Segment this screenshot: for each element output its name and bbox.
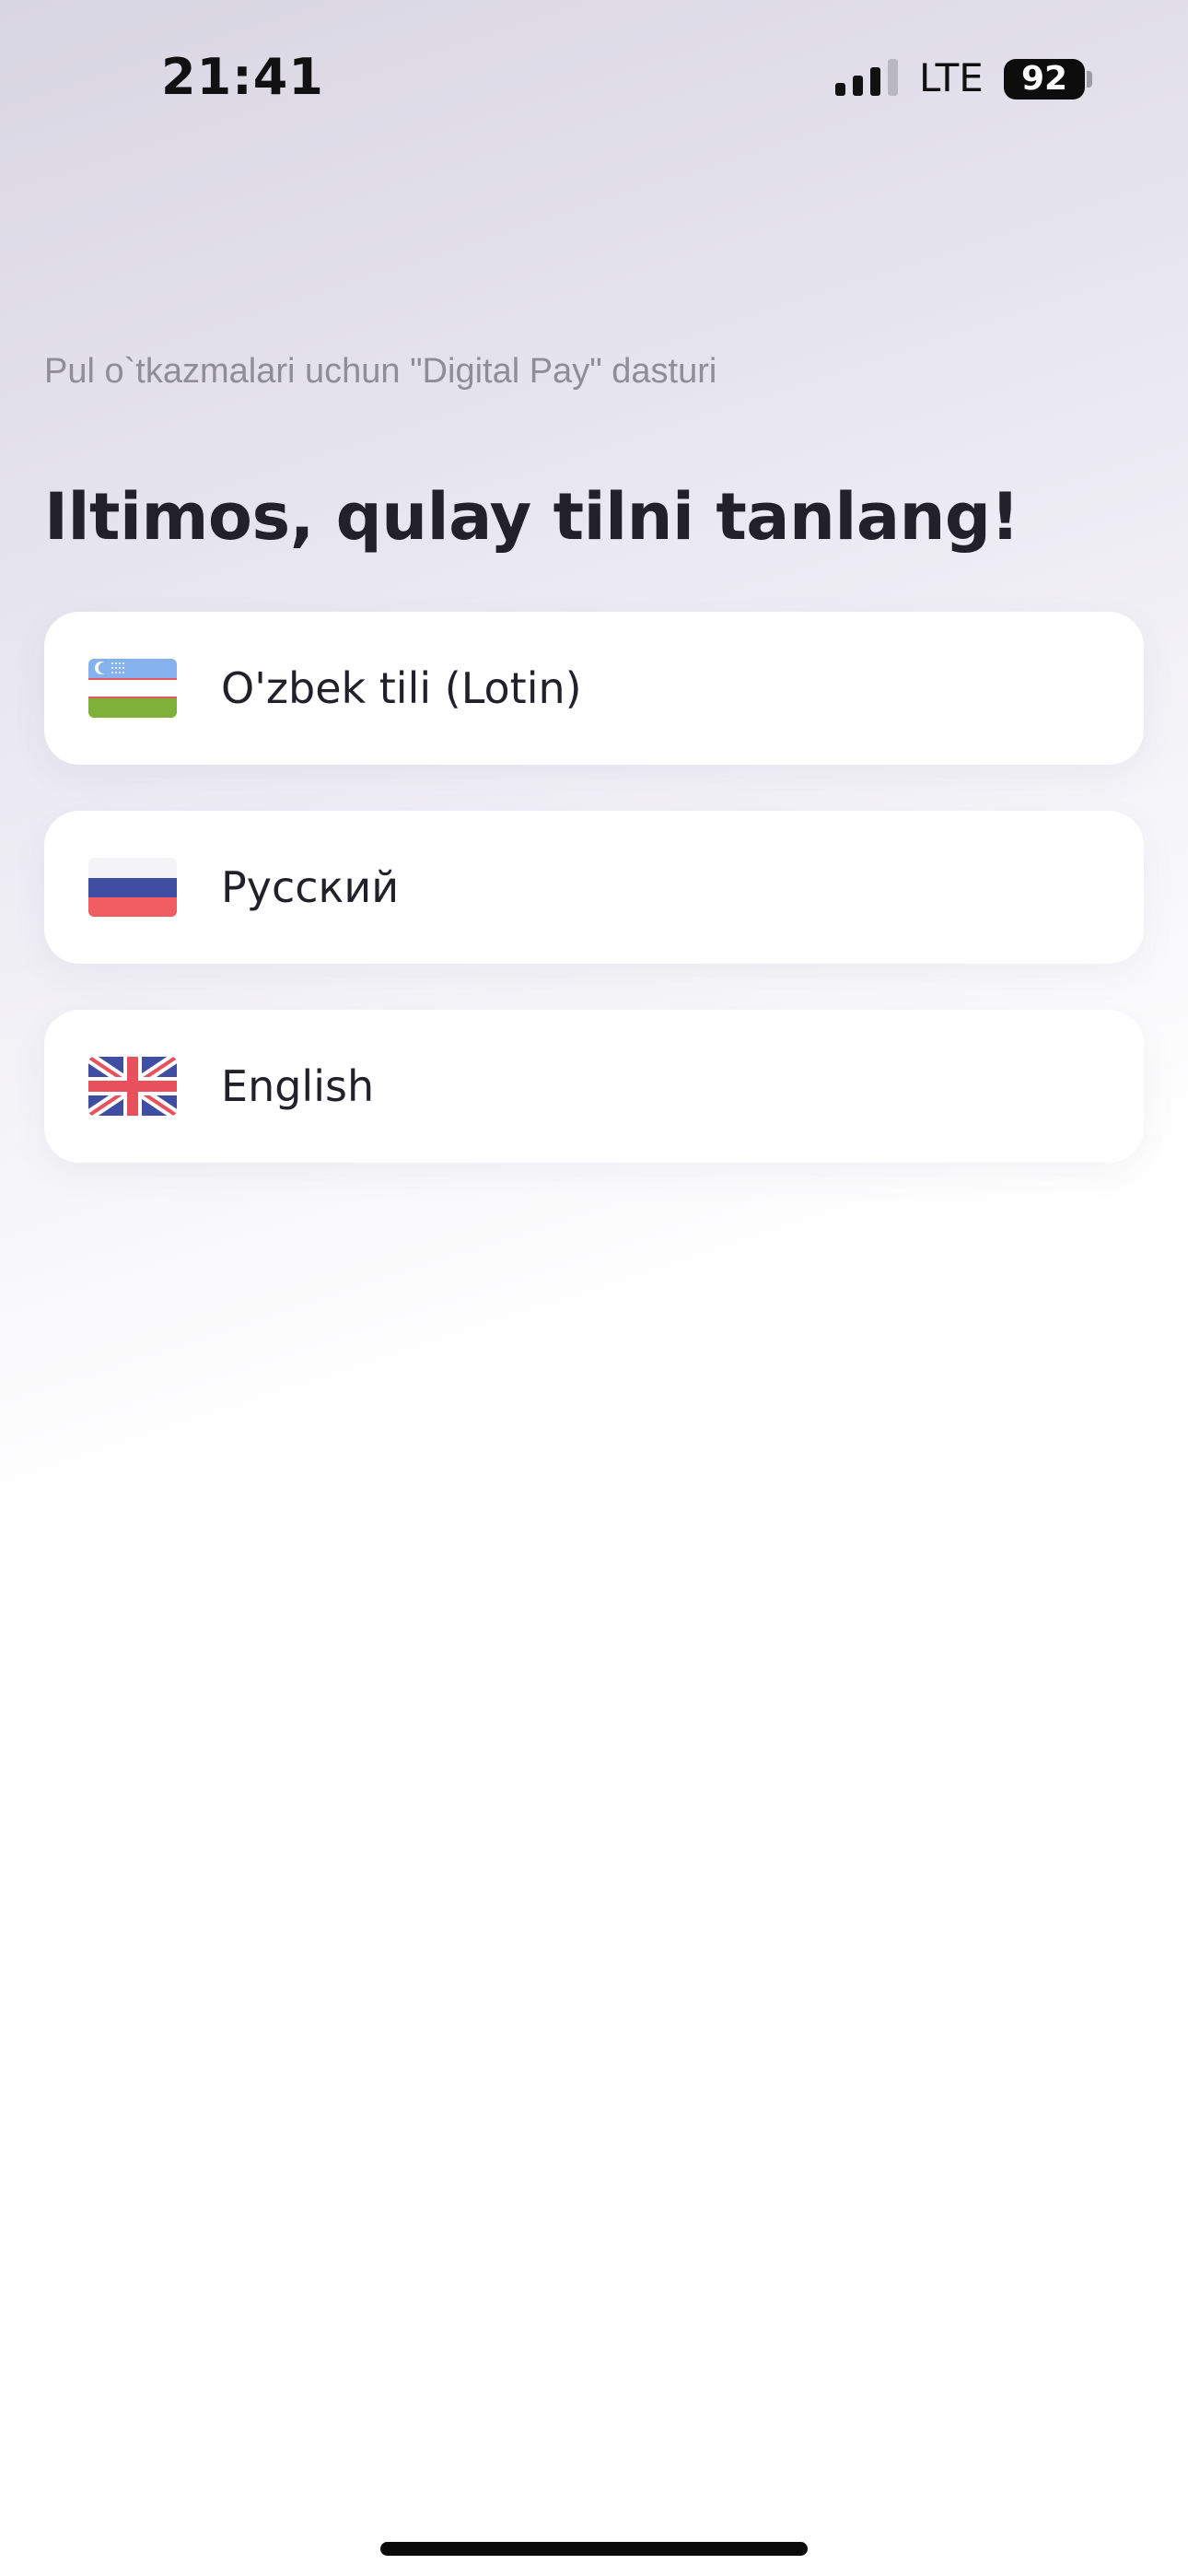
language-label: O'zbek tili (Lotin)	[221, 663, 582, 713]
uzbekistan-flag-icon	[88, 659, 177, 718]
language-label: Русский	[221, 862, 400, 912]
home-indicator[interactable]	[380, 2542, 808, 2556]
battery-tip-icon	[1087, 71, 1092, 88]
app-subtitle: Pul o`tkazmalari uchun "Digital Pay" das…	[44, 352, 717, 391]
signal-bars-icon	[835, 57, 900, 100]
uk-flag-icon	[88, 1057, 177, 1116]
language-option-russian[interactable]: Русский	[44, 811, 1144, 964]
status-bar: 21:41 LTE 92	[0, 0, 1188, 157]
status-time: 21:41	[161, 48, 324, 106]
page-title: Iltimos, qulay tilni tanlang!	[44, 479, 1019, 555]
russia-flag-icon	[88, 858, 177, 917]
language-option-english[interactable]: English	[44, 1010, 1144, 1163]
battery-level: 92	[1004, 59, 1085, 100]
language-label: English	[221, 1061, 375, 1111]
language-list: O'zbek tili (Lotin) Русский English	[44, 612, 1144, 1209]
network-type: LTE	[919, 55, 984, 100]
language-option-uzbek[interactable]: O'zbek tili (Lotin)	[44, 612, 1144, 765]
